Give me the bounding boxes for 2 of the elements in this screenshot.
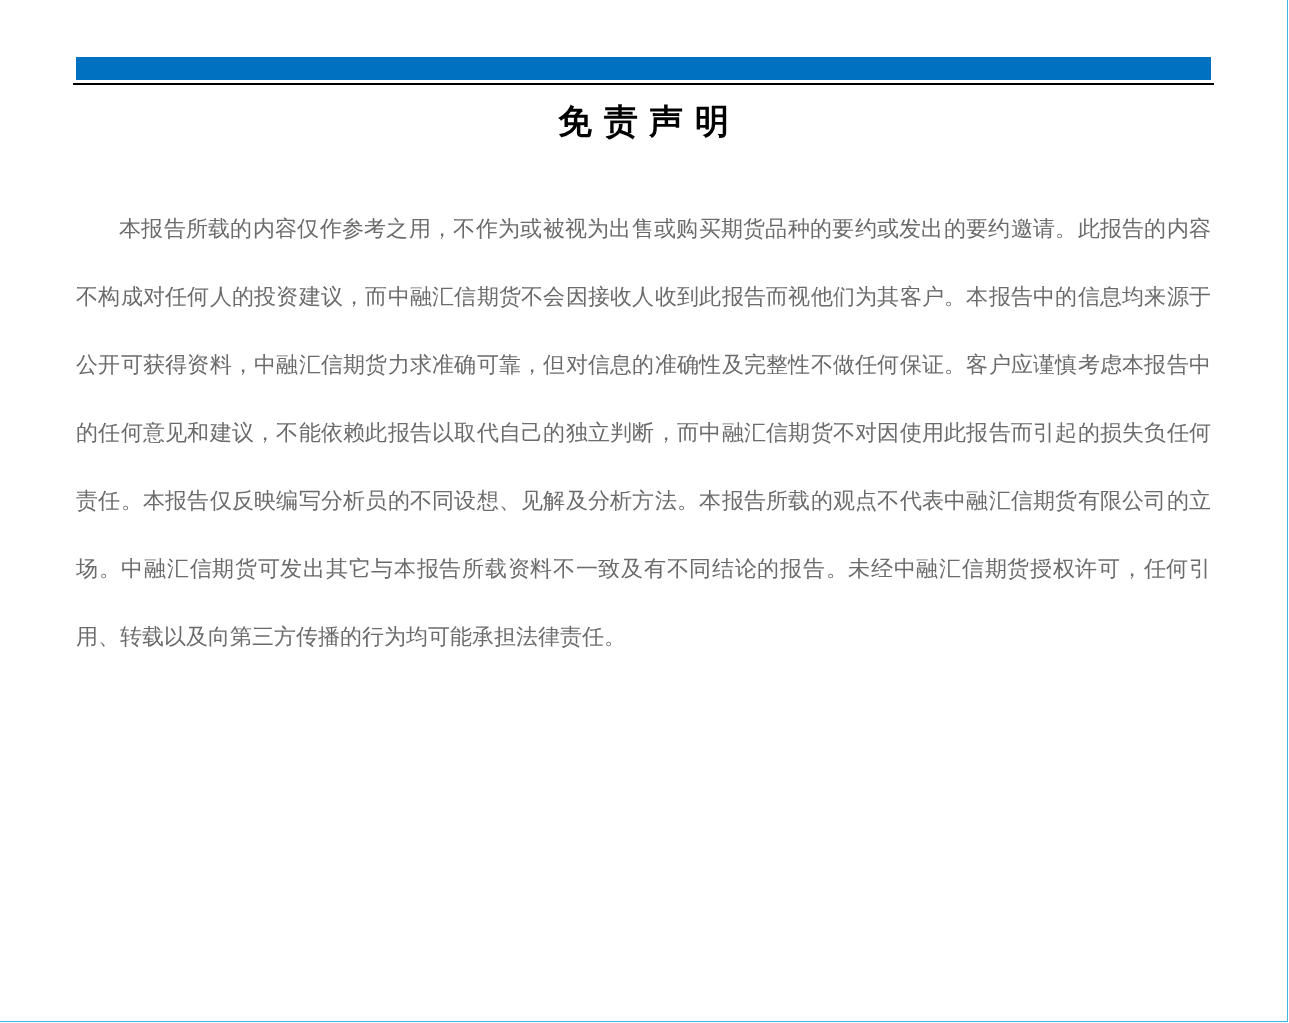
page-title: 免 责 声 明 xyxy=(556,100,731,143)
disclaimer-paragraph: 本报告所载的内容仅作参考之用，不作为或被视为出售或购买期货品种的要约或发出的要约邀请。此报告的内容不构成对任何人的投资建议，而中融汇信期货不会因接收人收到此报告而视他们为其客户。本报告中的信息均来源于公开可获得资料，中融汇信期货力求准确可靠，但对信息的准确性及完整性不做任何保证。客户应谨慎考虑本报告中的任何意见和建议，不能依赖此报告以取代自己的独立判断，而中融汇信期货不对因使用此报告而引起的损失负任何责任。本报告仅反映编写分析员的不同设想、见解及分析方法。本报告所载的观点不代表中融汇信期货有限公司的立场。中融汇信期货可发出其它与本报告所载资料不一致及有不同结论的报告。未经中融汇信期货授权许可，任何引用、转载以及向第三方传播的行为均可能承担法律责任。 xyxy=(76,215,1211,651)
